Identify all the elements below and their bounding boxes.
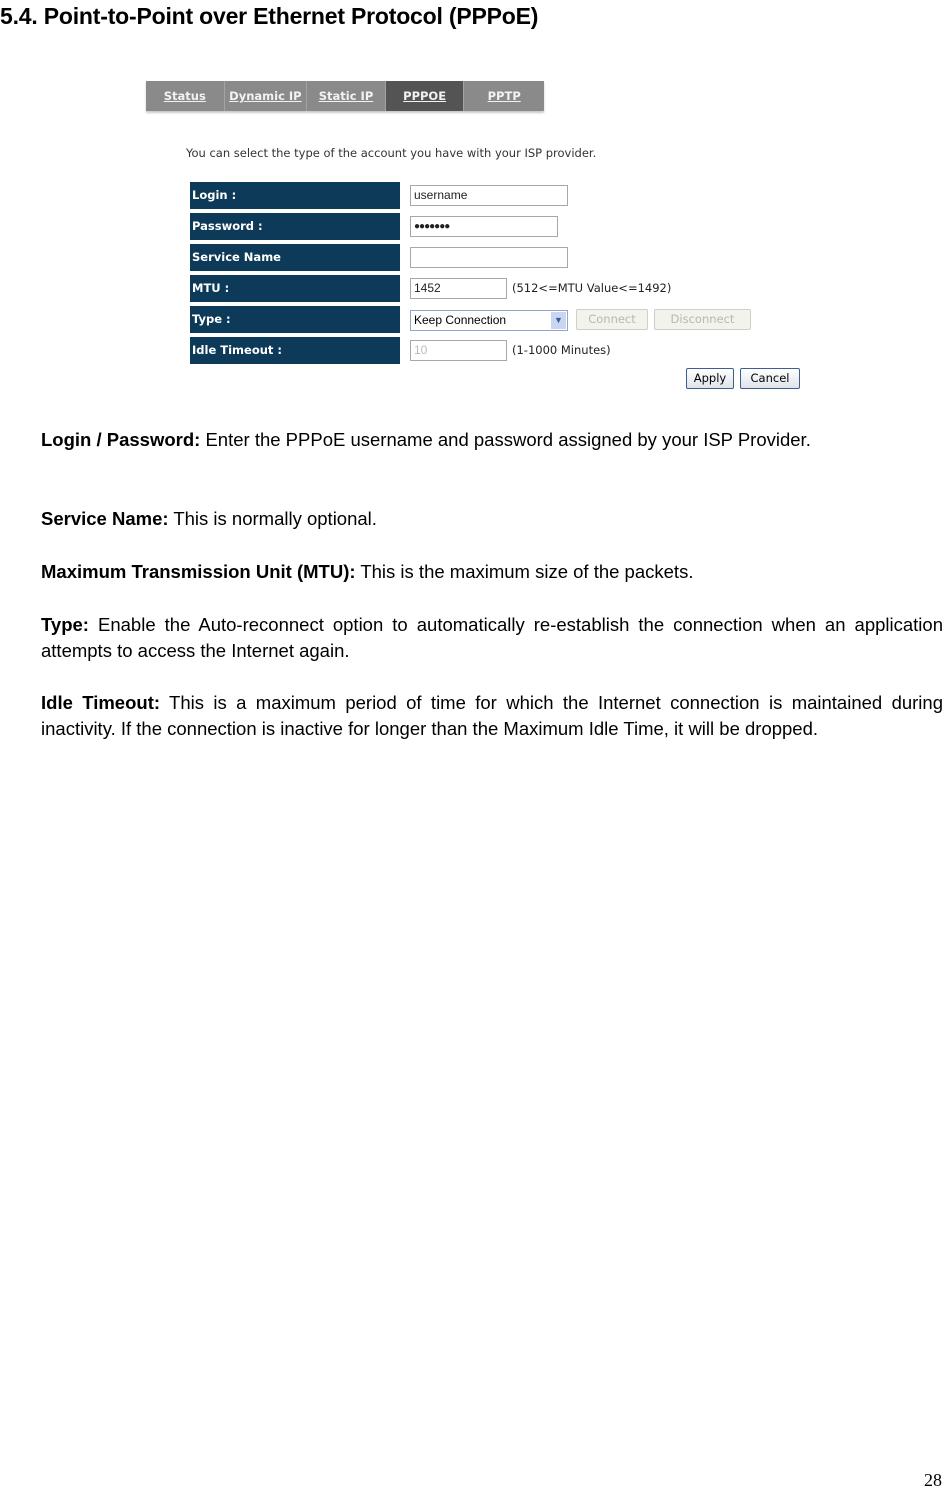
type-select[interactable]: Keep Connection ▼	[410, 310, 568, 331]
login-label: Login :	[190, 182, 400, 209]
password-row: Password : ●●●●●●●	[190, 213, 890, 240]
mtu-label: MTU :	[190, 275, 400, 302]
disconnect-button[interactable]: Disconnect	[654, 309, 751, 330]
tab-static-ip[interactable]: Static IP	[307, 81, 386, 111]
desc-term: Service Name:	[41, 508, 169, 529]
tab-dynamic-ip[interactable]: Dynamic IP	[225, 81, 308, 111]
desc-text: Enter the PPPoE username and password as…	[200, 429, 811, 450]
cancel-button[interactable]: Cancel	[740, 368, 800, 389]
mtu-input[interactable]: 1452	[410, 278, 507, 299]
desc-service-name: Service Name: This is normally optional.	[41, 506, 943, 532]
idle-timeout-label: Idle Timeout :	[190, 337, 400, 364]
idle-timeout-hint: (1-1000 Minutes)	[512, 343, 611, 357]
idle-timeout-row: Idle Timeout : 10 (1-1000 Minutes)	[190, 337, 890, 364]
service-name-label: Service Name	[190, 244, 400, 271]
page-number: 28	[924, 1470, 942, 1490]
idle-timeout-input[interactable]: 10	[410, 340, 507, 361]
tab-bar: Status Dynamic IP Static IP PPPOE PPTP	[146, 81, 544, 111]
desc-term: Maximum Transmission Unit (MTU):	[41, 561, 356, 582]
service-name-input[interactable]	[410, 247, 568, 268]
intro-text: You can select the type of the account y…	[186, 146, 597, 160]
mtu-hint: (512<=MTU Value<=1492)	[512, 281, 672, 295]
section-title: 5.4. Point-to-Point over Ethernet Protoc…	[0, 3, 539, 29]
password-input[interactable]: ●●●●●●●	[410, 216, 558, 237]
desc-term: Idle Timeout:	[41, 692, 161, 713]
desc-text: Enable the Auto-reconnect option to auto…	[41, 614, 943, 661]
desc-idle-timeout: Idle Timeout: This is a maximum period o…	[41, 690, 943, 742]
tab-pptp[interactable]: PPTP	[464, 81, 544, 111]
connect-button[interactable]: Connect	[576, 309, 648, 330]
desc-text: This is normally optional.	[168, 508, 377, 529]
desc-term: Login / Password:	[41, 429, 201, 450]
type-label: Type :	[190, 306, 400, 333]
desc-type: Type: Enable the Auto-reconnect option t…	[41, 612, 943, 664]
login-row: Login : username	[190, 182, 890, 209]
desc-mtu: Maximum Transmission Unit (MTU): This is…	[41, 559, 943, 585]
password-label: Password :	[190, 213, 400, 240]
desc-text: This is the maximum size of the packets.	[355, 561, 694, 582]
desc-text: This is a maximum period of time for whi…	[41, 692, 943, 739]
service-name-row: Service Name	[190, 244, 890, 271]
desc-login-password: Login / Password: Enter the PPPoE userna…	[41, 427, 943, 453]
tab-status[interactable]: Status	[146, 81, 225, 111]
type-row: Type : Keep Connection ▼ Connect Disconn…	[190, 306, 890, 333]
type-selected-value: Keep Connection	[414, 313, 507, 327]
router-ui-screenshot: Status Dynamic IP Static IP PPPOE PPTP Y…	[112, 76, 874, 400]
login-input[interactable]: username	[410, 185, 568, 206]
desc-term: Type:	[41, 614, 89, 635]
apply-button[interactable]: Apply	[686, 368, 734, 389]
chevron-down-icon[interactable]: ▼	[551, 312, 566, 329]
tab-pppoe[interactable]: PPPOE	[385, 81, 465, 111]
mtu-row: MTU : 1452 (512<=MTU Value<=1492)	[190, 275, 890, 302]
